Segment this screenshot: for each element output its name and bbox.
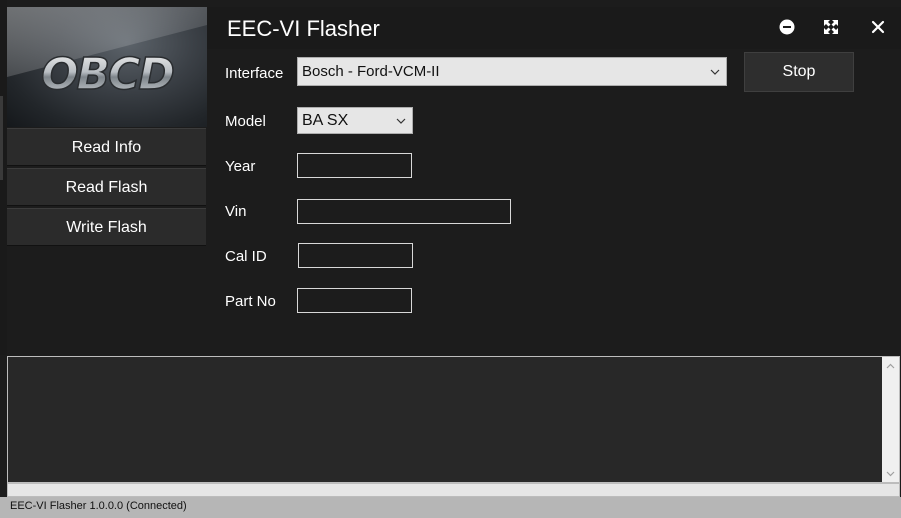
scroll-down-button[interactable] <box>882 465 899 482</box>
chevron-down-icon <box>710 69 720 75</box>
write-flash-button[interactable]: Write Flash <box>7 208 206 246</box>
logo-text: OBCD <box>41 49 173 100</box>
left-edge <box>0 0 7 355</box>
model-value: BA SX <box>302 111 349 129</box>
chevron-down-icon <box>886 471 895 476</box>
title-bar: EEC-VI Flasher <box>207 7 901 49</box>
chevron-up-icon <box>886 363 895 368</box>
app-window: OBCD Read Info Read Flash Write Flash EE… <box>0 0 901 518</box>
window-title: EEC-VI Flasher <box>227 16 380 41</box>
vin-field[interactable] <box>297 199 511 224</box>
log-output[interactable] <box>7 356 900 483</box>
edge-notch <box>0 96 3 180</box>
model-label: Model <box>225 113 266 130</box>
read-info-button[interactable]: Read Info <box>7 128 206 166</box>
cal-id-label: Cal ID <box>225 248 267 265</box>
interface-value: Bosch - Ford-VCM-II <box>302 63 440 80</box>
app-logo: OBCD <box>7 7 207 127</box>
form-panel: Interface Bosch - Ford-VCM-II Stop Model… <box>207 49 901 355</box>
status-bar: EEC-VI Flasher 1.0.0.0 (Connected) <box>0 497 901 518</box>
interface-select[interactable]: Bosch - Ford-VCM-II <box>297 57 727 86</box>
part-no-field[interactable] <box>297 288 412 313</box>
status-text: EEC-VI Flasher 1.0.0.0 (Connected) <box>10 500 187 512</box>
stop-button[interactable]: Stop <box>744 52 854 92</box>
progress-bar <box>7 483 900 497</box>
part-no-label: Part No <box>225 293 276 310</box>
cal-id-field[interactable] <box>298 243 413 268</box>
close-button[interactable] <box>868 17 888 37</box>
log-scrollbar[interactable] <box>882 357 899 482</box>
chevron-down-icon <box>396 118 406 124</box>
interface-label: Interface <box>225 65 284 82</box>
year-field[interactable] <box>297 153 412 178</box>
scroll-up-button[interactable] <box>882 357 899 374</box>
minimize-icon <box>779 19 795 35</box>
vin-label: Vin <box>225 203 247 220</box>
minimize-button[interactable] <box>777 17 797 37</box>
year-label: Year <box>225 158 256 175</box>
model-select[interactable]: BA SX <box>297 107 413 134</box>
read-flash-button[interactable]: Read Flash <box>7 168 206 206</box>
logo-graphic: OBCD <box>7 7 207 101</box>
maximize-button[interactable] <box>821 17 841 37</box>
close-icon <box>871 20 885 34</box>
maximize-icon <box>824 20 838 34</box>
